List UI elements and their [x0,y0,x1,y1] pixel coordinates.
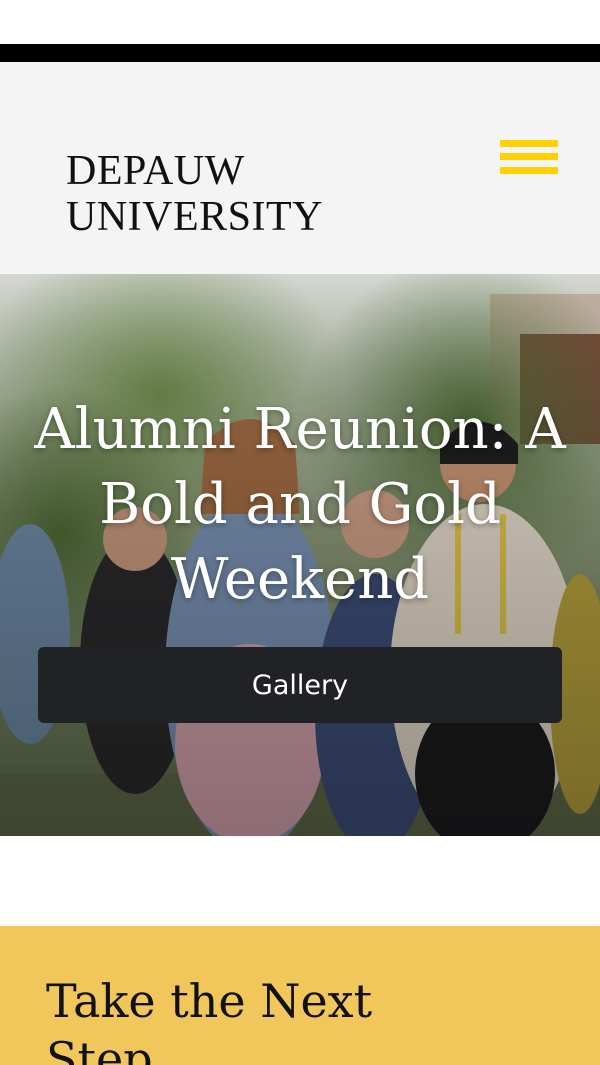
next-step-section: Take the Next Step [0,926,600,1065]
next-step-heading: Take the Next Step [46,974,373,1065]
top-whitespace [0,0,600,44]
menu-bar-bottom [500,167,558,174]
logo-line-2: UNIVERSITY [66,194,323,240]
site-header: DEPAUW UNIVERSITY [0,62,600,274]
top-black-bar [0,44,600,62]
hero-title: Alumni Reunion: A Bold and Gold Weekend [34,397,566,612]
university-logo[interactable]: DEPAUW UNIVERSITY [66,150,323,238]
hamburger-menu-icon[interactable] [500,140,558,184]
section-spacer [0,836,600,926]
menu-bar-top [500,140,558,147]
logo-line-1: DEPAUW [66,148,245,194]
gallery-button[interactable]: Gallery [38,647,562,723]
menu-bar-middle [500,153,558,160]
hero-banner: Alumni Reunion: A Bold and Gold Weekend … [0,274,600,836]
